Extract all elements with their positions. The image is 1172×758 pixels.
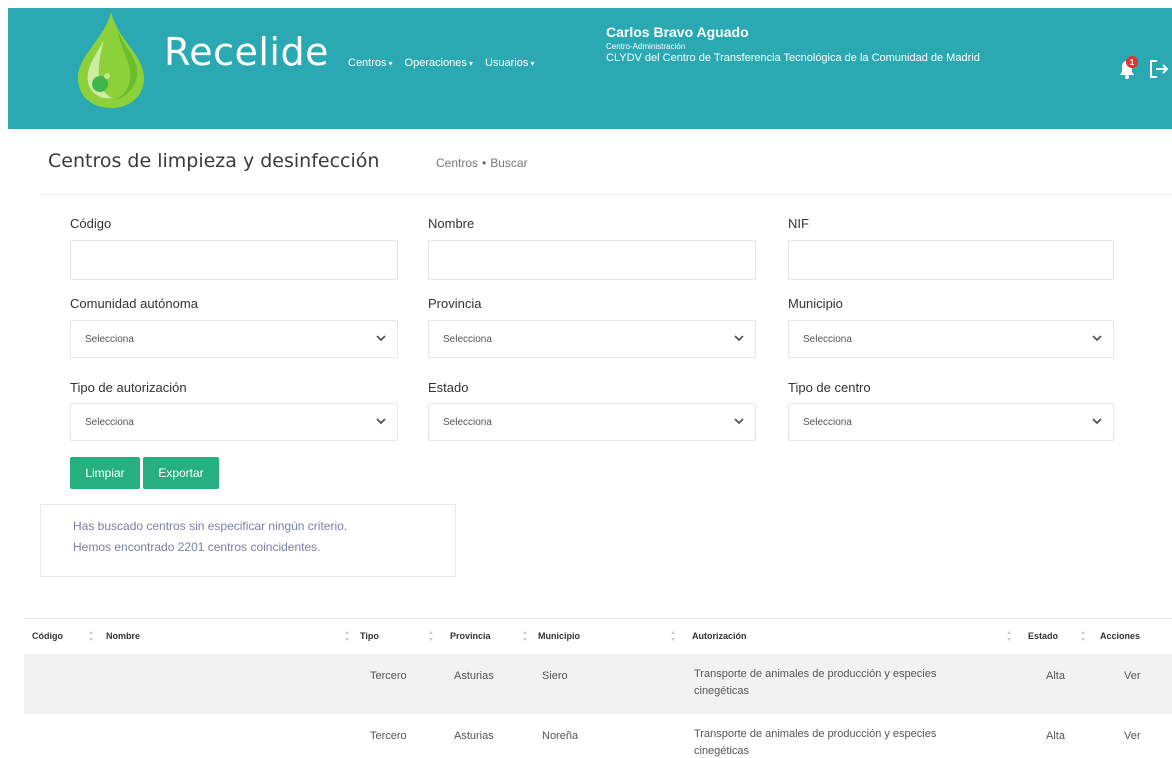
summary-line-2: Hemos encontrado 2201 centros coincident… <box>73 540 321 554</box>
nombre-label: Nombre <box>428 216 475 231</box>
col-provincia[interactable]: Provincia <box>450 631 491 641</box>
breadcrumb-centros[interactable]: Centros <box>436 156 478 170</box>
sort-icon[interactable] <box>88 630 94 642</box>
export-button[interactable]: Exportar <box>143 457 219 489</box>
cell-autorizacion-line-1: Transporte de animales de producción y e… <box>694 728 937 740</box>
sort-icon[interactable] <box>428 630 434 642</box>
chevron-down-icon <box>376 335 386 342</box>
sort-icon[interactable] <box>522 630 528 642</box>
cell-provincia: Asturias <box>454 730 494 742</box>
cell-municipio: Noreña <box>542 730 579 742</box>
tipo-centro-select[interactable]: Selecciona <box>788 403 1114 441</box>
view-link[interactable]: Ver <box>1124 730 1141 742</box>
chevron-down-icon <box>734 418 744 425</box>
nif-input[interactable] <box>788 240 1114 280</box>
app-logo[interactable] <box>74 10 148 110</box>
cell-autorizacion: Transporte de animales de producción y e… <box>694 726 980 758</box>
cell-autorizacion-line-2: cinegéticas <box>694 745 750 757</box>
nombre-input[interactable] <box>428 240 756 280</box>
estado-label: Estado <box>428 380 469 395</box>
logout-icon[interactable] <box>1148 58 1170 80</box>
municipio-label: Municipio <box>788 296 843 311</box>
table-row: Tercero Asturias Noreña Transporte de an… <box>24 714 1172 758</box>
col-municipio[interactable]: Municipio <box>538 631 580 641</box>
municipio-select[interactable]: Selecciona <box>788 320 1114 358</box>
main-nav: Centros ▾ Operaciones ▾ Usuarios ▾ <box>348 57 534 69</box>
nav-usuarios[interactable]: Usuarios ▾ <box>485 57 534 69</box>
col-codigo[interactable]: Código <box>32 631 63 641</box>
col-nombre[interactable]: Nombre <box>106 631 140 641</box>
nav-centros[interactable]: Centros ▾ <box>348 57 393 69</box>
cell-autorizacion-line-1: Transporte de animales de producción y e… <box>694 668 937 680</box>
user-organization: CLYDV del Centro de Transferencia Tecnol… <box>606 52 980 64</box>
codigo-input[interactable] <box>70 240 398 280</box>
table-header: Código Nombre Tipo Provincia Municipio A… <box>24 618 1172 654</box>
chevron-down-icon: ▾ <box>468 59 473 68</box>
municipio-select-value: Selecciona <box>803 334 852 345</box>
page-title: Centros de limpieza y desinfección <box>48 150 380 172</box>
comunidad-label: Comunidad autónoma <box>70 296 198 311</box>
cell-municipio: Siero <box>542 670 568 682</box>
col-tipo[interactable]: Tipo <box>360 631 379 641</box>
chevron-down-icon <box>376 418 386 425</box>
table-row: Tercero Asturias Siero Transporte de ani… <box>24 654 1172 714</box>
nav-operaciones-label: Operaciones <box>404 57 467 69</box>
user-name: Carlos Bravo Aguado <box>606 24 749 40</box>
cell-autorizacion-line-2: cinegéticas <box>694 685 750 697</box>
tipo-autorizacion-select-value: Selecciona <box>85 417 134 428</box>
estado-select[interactable]: Selecciona <box>428 403 756 441</box>
chevron-down-icon: ▾ <box>388 59 393 68</box>
cell-tipo: Tercero <box>370 730 407 742</box>
provincia-select[interactable]: Selecciona <box>428 320 756 358</box>
sort-icon[interactable] <box>670 630 676 642</box>
search-summary: Has buscado centros sin especificar ning… <box>40 504 456 577</box>
user-info: Carlos Bravo Aguado Centro-Administració… <box>606 24 980 64</box>
tipo-autorizacion-label: Tipo de autorización <box>70 380 187 395</box>
codigo-label: Código <box>70 216 112 231</box>
col-autorizacion[interactable]: Autorización <box>692 631 747 641</box>
sort-icon[interactable] <box>344 630 350 642</box>
tipo-autorizacion-select[interactable]: Selecciona <box>70 403 398 441</box>
chevron-down-icon <box>734 335 744 342</box>
view-link[interactable]: Ver <box>1124 670 1141 682</box>
cell-estado: Alta <box>1046 730 1065 742</box>
estado-select-value: Selecciona <box>443 417 492 428</box>
col-estado[interactable]: Estado <box>1028 631 1058 641</box>
nif-label: NIF <box>788 216 809 231</box>
col-acciones: Acciones <box>1100 631 1141 641</box>
comunidad-select[interactable]: Selecciona <box>70 320 398 358</box>
chevron-down-icon <box>1092 418 1102 425</box>
cell-estado: Alta <box>1046 670 1065 682</box>
summary-line-1: Has buscado centros sin especificar ning… <box>73 519 348 533</box>
tipo-centro-label: Tipo de centro <box>788 380 871 395</box>
provincia-select-value: Selecciona <box>443 334 492 345</box>
breadcrumb-buscar: Buscar <box>490 156 528 170</box>
tipo-centro-select-value: Selecciona <box>803 417 852 428</box>
sort-icon[interactable] <box>1006 630 1012 642</box>
chevron-down-icon: ▾ <box>530 59 535 68</box>
cell-tipo: Tercero <box>370 670 407 682</box>
bell-icon[interactable]: 1 <box>1114 56 1140 82</box>
app-name[interactable]: Recelide <box>164 30 329 74</box>
nav-operaciones[interactable]: Operaciones ▾ <box>405 57 473 69</box>
provincia-label: Provincia <box>428 296 482 311</box>
notification-count: 1 <box>1130 58 1135 67</box>
sort-icon[interactable] <box>1080 630 1086 642</box>
breadcrumb: Centros • Buscar <box>436 156 528 170</box>
user-role: Centro-Administración <box>606 42 686 51</box>
title-divider <box>40 194 1172 195</box>
nav-usuarios-label: Usuarios <box>484 57 529 69</box>
top-header: Recelide Centros ▾ Operaciones ▾ Usuarios ▾… <box>8 8 1172 129</box>
chevron-down-icon <box>1092 335 1102 342</box>
comunidad-select-value: Selecciona <box>85 334 134 345</box>
cell-provincia: Asturias <box>454 670 494 682</box>
cell-autorizacion: Transporte de animales de producción y e… <box>694 666 980 700</box>
nav-centros-label: Centros <box>348 57 387 69</box>
breadcrumb-separator: • <box>482 156 487 170</box>
clear-button[interactable]: Limpiar <box>70 457 140 489</box>
